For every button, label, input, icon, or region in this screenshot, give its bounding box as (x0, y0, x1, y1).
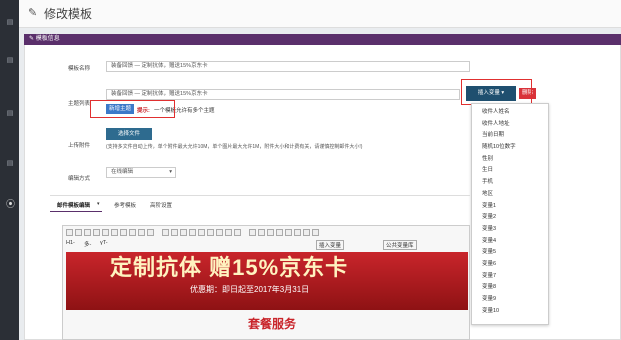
paste-text-icon[interactable] (138, 229, 145, 236)
collapse-icon[interactable]: ⦿ (6, 200, 15, 209)
public-var-toolbar-button[interactable]: 公共变量库 (383, 240, 417, 250)
subject-input[interactable]: 装备回馈 — 定制抗体，赠送15%京东卡 (106, 89, 460, 100)
tab-advanced[interactable]: 高阶设置 (150, 201, 172, 209)
align-right-icon[interactable] (180, 229, 187, 236)
insert-var-toolbar-button[interactable]: 插入变量 (316, 240, 345, 250)
variable-option[interactable]: 变量8 (472, 282, 548, 294)
tab-reference[interactable]: 参考模板 (114, 201, 136, 209)
list-icon[interactable]: ▤ (6, 160, 14, 168)
special-char-icon[interactable] (303, 229, 310, 236)
edit-mode-label: 编辑方式 (67, 176, 90, 182)
edit-icon: ✎ (29, 36, 36, 42)
editor-toolbar-row2: H1- 多- γT- 插入变量 公共变量库 (66, 240, 466, 250)
source-icon[interactable] (66, 229, 73, 236)
media-icon[interactable] (285, 229, 292, 236)
align-center-icon[interactable] (171, 229, 178, 236)
list-icon[interactable]: ▤ (6, 110, 14, 118)
bullet-list-icon[interactable] (207, 229, 214, 236)
variable-option[interactable]: 收件人地址 (472, 119, 548, 131)
subject-label: 主题列表 (67, 101, 90, 107)
variable-option[interactable]: 变量2 (472, 212, 548, 224)
edit-mode-value: 在线编辑 (111, 169, 134, 175)
align-justify-icon[interactable] (189, 229, 196, 236)
variable-option[interactable]: 变量1 (472, 201, 548, 213)
highlight-box (90, 100, 175, 118)
variable-option[interactable]: 收件人姓名 (472, 107, 548, 119)
section-title: 套餐服务 (248, 317, 297, 331)
print-icon[interactable] (84, 229, 91, 236)
divider (50, 195, 470, 196)
left-rail: ▤ ▤ ▤ ▤ ⦿ (0, 0, 19, 340)
copy-icon[interactable] (120, 229, 127, 236)
flash-icon[interactable] (276, 229, 283, 236)
cut-icon[interactable] (111, 229, 118, 236)
heading-select[interactable]: H1- (66, 240, 75, 246)
size-select[interactable]: γT- (100, 240, 108, 246)
variable-option[interactable]: 性别 (472, 154, 548, 166)
banner-headline: 定制抗体 赠15%京东卡 (110, 255, 349, 280)
redo-icon[interactable] (102, 229, 109, 236)
template-name-input[interactable]: 装备回馈 — 定制抗体，赠送15%京东卡 (106, 61, 470, 72)
menu-icon[interactable]: ▤ (6, 19, 14, 27)
page-header (19, 0, 621, 28)
outdent-icon[interactable] (216, 229, 223, 236)
variable-option[interactable]: 变量7 (472, 271, 548, 283)
variable-option[interactable]: 地区 (472, 189, 548, 201)
numbered-list-icon[interactable] (198, 229, 205, 236)
select-file-button[interactable]: 选择文件 (106, 128, 152, 140)
variable-option[interactable]: 当前日期 (472, 130, 548, 142)
list-icon[interactable]: ▤ (6, 57, 14, 65)
panel-header: ✎ 模板信息 (24, 34, 621, 45)
link-icon[interactable] (249, 229, 256, 236)
edit-icon: ✎ (28, 7, 38, 19)
highlight-box (461, 79, 532, 105)
attach-label: 上传附件 (67, 143, 90, 149)
paste-icon[interactable] (129, 229, 136, 236)
variable-option[interactable]: 生日 (472, 165, 548, 177)
variable-dropdown: 收件人姓名 收件人地址 当前日期 随机10位数字 性别 生日 手机 地区 变量1 变量2 变量3 变量… (471, 103, 549, 325)
variable-option[interactable]: 变量5 (472, 247, 548, 259)
unlink-icon[interactable] (258, 229, 265, 236)
panel-title: 模板信息 (35, 36, 60, 42)
variable-option[interactable]: 变量9 (472, 294, 548, 306)
font-select[interactable]: 多- (84, 240, 91, 248)
fullscreen-icon[interactable] (312, 229, 319, 236)
chevron-down-icon: ▾ (97, 201, 100, 207)
page-title: 修改模板 (44, 7, 93, 21)
variable-option[interactable]: 变量3 (472, 224, 548, 236)
indent-icon[interactable] (225, 229, 232, 236)
variable-option[interactable]: 手机 (472, 177, 548, 189)
editor-toolbar-row1 (66, 229, 466, 238)
find-icon[interactable] (147, 229, 154, 236)
align-left-icon[interactable] (162, 229, 169, 236)
chevron-down-icon: ▾ (169, 169, 172, 175)
banner-subtitle: 优惠期：即日起至2017年3月31日 (190, 285, 310, 294)
attach-note: (支持多文件自动上传，单个附件最大允许10M，单个图片最大允许1M，附件大小和计… (106, 144, 363, 150)
table-icon[interactable] (234, 229, 241, 236)
variable-option[interactable]: 变量10 (472, 306, 548, 318)
edit-mode-select[interactable]: 在线编辑 ▾ (106, 167, 176, 178)
preview-icon[interactable] (75, 229, 82, 236)
name-label: 模板名称 (67, 66, 90, 72)
image-icon[interactable] (267, 229, 274, 236)
active-tab-underline (50, 211, 102, 212)
variable-option[interactable]: 随机10位数字 (472, 142, 548, 154)
variable-option[interactable]: 变量4 (472, 236, 548, 248)
emoticon-icon[interactable] (294, 229, 301, 236)
tab-template-edit[interactable]: 邮件模板编辑 (57, 201, 90, 209)
variable-option[interactable]: 变量6 (472, 259, 548, 271)
undo-icon[interactable] (93, 229, 100, 236)
